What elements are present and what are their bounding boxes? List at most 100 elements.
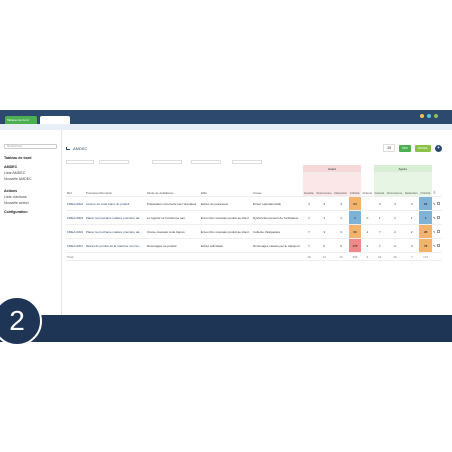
page-size-select[interactable]: 25 [383, 144, 396, 152]
row-process[interactable]: Retrait du produit de la machine comme .… [84, 238, 146, 253]
filter-effet[interactable] [191, 160, 221, 164]
maximize-icon[interactable] [427, 114, 431, 118]
row-o: 1 [315, 210, 334, 225]
excel-button[interactable]: EXCEL [415, 144, 431, 152]
table-row[interactable]: FMEA-0004 Lecture du code barre du produi… [66, 196, 442, 211]
table-row[interactable]: FMEA-0002 Placer la prochaine matière pre… [66, 224, 442, 239]
sidebar: Rechercher Tableau de bord AMDEC Liste A… [0, 130, 62, 315]
row-effet: Envoi d'un mauvais produit au client [199, 224, 253, 239]
edit-icon[interactable]: ✎ [433, 202, 436, 206]
filter-ref[interactable] [66, 160, 94, 164]
window-controls [420, 114, 438, 118]
row-process[interactable]: Placer la prochaine matière première da.… [84, 210, 146, 225]
col-actions[interactable]: Actions [361, 165, 374, 197]
row-cause: Dysfonctionnement de l'ordinateur [252, 210, 303, 225]
col-detection-after[interactable]: Détection [404, 172, 420, 197]
row-d2: 3 [404, 238, 420, 253]
filter-process[interactable] [99, 160, 129, 164]
row-mode: Le logiciel ne fonctionne pas [145, 210, 200, 225]
row-effet: Envoi d'un mauvais produit au client [199, 210, 253, 225]
row-tools: ✎ [431, 210, 442, 225]
row-ref[interactable]: FMEA-0002 [66, 224, 85, 239]
footer-c2: 171 [419, 252, 432, 261]
row-d2: 4 [404, 196, 420, 211]
col-criticite-after[interactable]: Criticité [419, 172, 432, 197]
tab-new[interactable] [40, 116, 70, 124]
row-d: 5 [333, 238, 349, 253]
col-effet[interactable]: Effet [199, 165, 253, 197]
row-o: 5 [315, 238, 334, 253]
footer-d: 13 [333, 252, 349, 261]
footer-g2: 19 [373, 252, 386, 261]
row-tools: ✎ [431, 238, 442, 253]
close-icon[interactable] [434, 114, 438, 118]
row-checkbox[interactable] [437, 243, 441, 247]
pdf-button[interactable]: PDF [399, 144, 412, 152]
toolbar: 25 PDF EXCEL + [383, 144, 442, 152]
footer-d2: 7 [404, 252, 420, 261]
footer-actions: 3 [361, 252, 374, 261]
main-content: AMDEC 25 PDF EXCEL + Réf Processus/Fonct… [62, 130, 452, 315]
table-row[interactable]: FMEA-0003 Placer la prochaine matière pre… [66, 210, 442, 225]
row-ref[interactable]: FMEA-0004 [66, 196, 85, 211]
row-process[interactable]: Placer la prochaine matière première da.… [84, 224, 146, 239]
edit-icon[interactable]: ✎ [433, 230, 436, 234]
filter-cause[interactable] [232, 160, 262, 164]
edit-icon[interactable]: ✎ [433, 216, 436, 220]
sidebar-item-dashboard[interactable]: Tableau de bord [0, 155, 61, 161]
add-button[interactable]: + [435, 144, 442, 152]
col-mode[interactable]: Mode de défaillance [145, 165, 200, 197]
row-checkbox[interactable] [437, 229, 441, 233]
row-process[interactable]: Lecture du code barre du produit [84, 196, 146, 211]
row-g: 1 [302, 210, 316, 225]
row-d: 4 [333, 196, 349, 211]
row-c: 1 [348, 210, 362, 225]
row-c2: 78 [419, 238, 432, 253]
row-o2: 3 [385, 238, 405, 253]
row-actions [361, 196, 374, 211]
row-checkbox[interactable] [437, 201, 441, 205]
footer-c: 303 [348, 252, 362, 261]
row-g2: 1 [373, 210, 386, 225]
sidebar-search-input[interactable]: Rechercher [4, 144, 57, 149]
row-effet: Echec du processus [199, 196, 253, 211]
row-c: 63 [348, 224, 362, 239]
row-o2: 4 [385, 196, 405, 211]
col-occurrence-after[interactable]: Occurrence [385, 172, 405, 197]
column-filters [66, 160, 262, 164]
row-tools: ✎ [431, 196, 442, 211]
row-g: 7 [302, 224, 316, 239]
col-process[interactable]: Processus/Fonction [84, 165, 146, 197]
row-actions: 2 [361, 238, 374, 253]
sidebar-item-amdec-new[interactable]: Nouvelle AMDEC [0, 176, 61, 182]
table-row[interactable]: FMEA-0001 Retrait du produit de la machin… [66, 238, 442, 253]
row-tools: ✎ [431, 224, 442, 239]
col-cause[interactable]: Cause [252, 165, 303, 197]
col-occurrence[interactable]: Occurrence [315, 172, 334, 197]
row-checkbox[interactable] [437, 215, 441, 219]
filter-mode[interactable] [152, 160, 182, 164]
col-gravite[interactable]: Gravité [302, 172, 316, 197]
row-c2: 28 [419, 224, 432, 239]
col-tools: ☰ [431, 165, 442, 197]
row-d2: 1 [404, 210, 420, 225]
sidebar-item-actions-new[interactable]: Nouvelle action [0, 200, 61, 206]
list-icon[interactable]: ☰ [433, 191, 436, 195]
row-cause: Collecte d'étiquettes [252, 224, 303, 239]
row-ref[interactable]: FMEA-0001 [66, 238, 85, 253]
tab-dashboard[interactable]: Tableau de bord [5, 116, 37, 124]
amdec-table: Réf Processus/Fonction Mode de défaillan… [66, 165, 442, 261]
edit-icon[interactable]: ✎ [433, 244, 436, 248]
row-c2: 64 [419, 196, 432, 211]
row-ref[interactable]: FMEA-0003 [66, 210, 85, 225]
sidebar-item-configuration[interactable]: Configuration [0, 209, 61, 215]
row-d: 3 [333, 224, 349, 239]
row-actions: 1 [361, 224, 374, 239]
footer-g: 19 [302, 252, 316, 261]
page-title: AMDEC [66, 146, 87, 151]
minimize-icon[interactable] [420, 114, 424, 118]
col-gravite-after[interactable]: Gravité [373, 172, 386, 197]
col-criticite[interactable]: Criticité [348, 172, 362, 197]
col-detection[interactable]: Détection [333, 172, 349, 197]
col-ref[interactable]: Réf [66, 165, 85, 197]
